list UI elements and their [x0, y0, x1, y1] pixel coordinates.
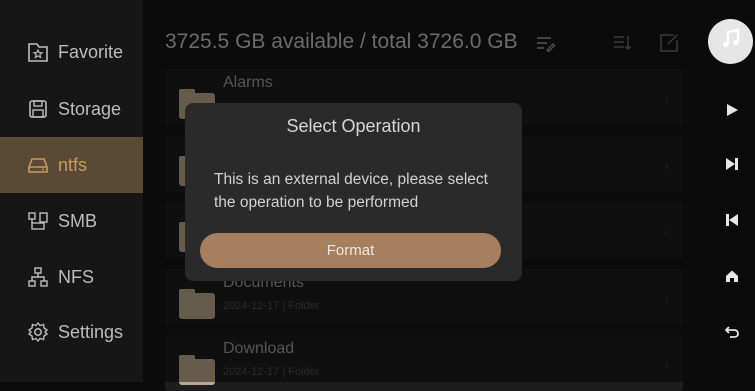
sidebar-item-label: NFS	[58, 266, 94, 287]
sidebar-item-smb[interactable]: SMB	[0, 193, 143, 249]
gear-icon	[26, 320, 50, 344]
network-tree-icon	[26, 265, 50, 289]
select-operation-dialog: Select Operation This is an external dev…	[185, 103, 522, 281]
music-note-icon	[719, 27, 743, 56]
play-icon[interactable]	[723, 101, 741, 119]
previous-track-icon[interactable]	[723, 211, 741, 229]
drive-icon	[26, 153, 50, 177]
sidebar-item-favorite[interactable]: Favorite	[0, 24, 143, 80]
save-icon	[26, 97, 50, 121]
dialog-title: Select Operation	[286, 116, 421, 136]
sidebar-item-settings[interactable]: Settings	[0, 304, 143, 360]
network-share-icon	[26, 209, 50, 233]
sidebar-item-label: Favorite	[58, 41, 124, 62]
home-icon[interactable]	[723, 267, 741, 285]
next-track-icon[interactable]	[723, 155, 741, 173]
back-icon[interactable]	[723, 322, 741, 340]
star-icon	[26, 40, 50, 64]
media-controls	[693, 0, 755, 382]
sidebar-item-label: SMB	[58, 210, 98, 231]
dialog-message: This is an external device, please selec…	[214, 171, 488, 211]
sidebar-item-ntfs[interactable]: ntfs	[0, 137, 143, 193]
music-button[interactable]	[708, 19, 753, 64]
sidebar-item-nfs[interactable]: NFS	[0, 249, 143, 305]
sidebar: Favorite Storage ntfs SMB NFS Settings	[0, 0, 143, 382]
sidebar-item-label: ntfs	[58, 154, 88, 175]
sidebar-item-storage[interactable]: Storage	[0, 81, 143, 137]
sidebar-item-label: Settings	[58, 321, 124, 342]
format-button[interactable]: Format	[200, 233, 501, 268]
sidebar-item-label: Storage	[58, 98, 122, 119]
